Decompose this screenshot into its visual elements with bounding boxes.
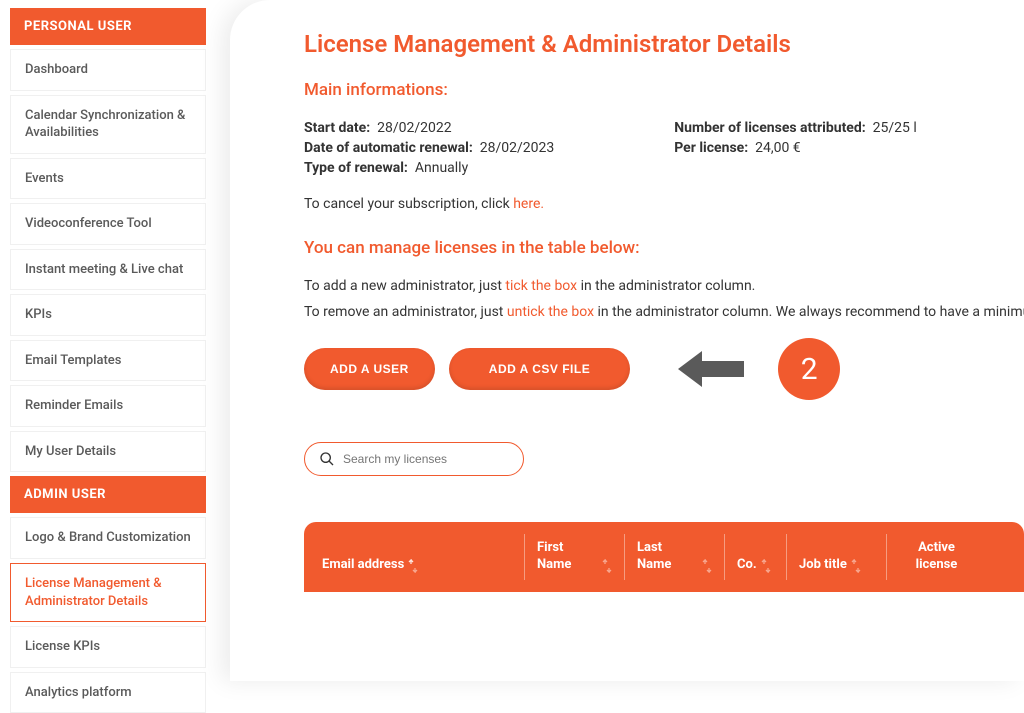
sort-icon	[702, 559, 712, 573]
sidebar-header-personal: PERSONAL USER	[10, 8, 206, 45]
start-date-value: 28/02/2022	[377, 120, 452, 136]
th-first-name[interactable]: First Name	[524, 534, 624, 580]
licenses-label: Number of licenses attributed:	[674, 120, 865, 136]
page-title: License Management & Administrator Detai…	[304, 30, 1024, 58]
renewal-type-label: Type of renewal:	[304, 160, 408, 176]
sort-icon	[602, 559, 612, 573]
search-input[interactable]	[343, 452, 509, 466]
sidebar: PERSONAL USER Dashboard Calendar Synchro…	[0, 0, 216, 681]
info-grid: Start date: 28/02/2022 Date of automatic…	[304, 120, 1024, 176]
sort-icon	[851, 559, 861, 573]
sidebar-item-instant-meeting[interactable]: Instant meeting & Live chat	[10, 249, 206, 291]
sidebar-item-email-templates[interactable]: Email Templates	[10, 340, 206, 382]
arrow-left-icon	[674, 345, 748, 393]
per-license-label: Per license:	[674, 140, 748, 156]
sidebar-item-kpis[interactable]: KPIs	[10, 294, 206, 336]
th-active-license[interactable]: Active license	[886, 534, 986, 580]
th-job-title[interactable]: Job title	[786, 534, 886, 580]
add-user-button[interactable]: ADD A USER	[304, 348, 435, 390]
start-date-label: Start date:	[304, 120, 370, 136]
renewal-date-label: Date of automatic renewal:	[304, 140, 473, 156]
licenses-value: 25/25 l	[873, 120, 917, 136]
sidebar-item-logo-brand[interactable]: Logo & Brand Customization	[10, 517, 206, 559]
table-header: Email address First Name Last Name Co. J…	[304, 522, 1024, 592]
sidebar-item-analytics[interactable]: Analytics platform	[10, 672, 206, 713]
sidebar-item-videoconference[interactable]: Videoconference Tool	[10, 203, 206, 245]
sidebar-item-user-details[interactable]: My User Details	[10, 431, 206, 473]
sidebar-header-admin: ADMIN USER	[10, 476, 206, 513]
add-csv-button[interactable]: ADD A CSV FILE	[449, 348, 630, 390]
sidebar-item-calendar[interactable]: Calendar Synchronization & Availabilitie…	[10, 95, 206, 154]
sidebar-item-reminder-emails[interactable]: Reminder Emails	[10, 385, 206, 427]
th-last-name[interactable]: Last Name	[624, 534, 724, 580]
main-content: License Management & Administrator Detai…	[216, 0, 1024, 681]
main-info-title: Main informations:	[304, 80, 1024, 100]
sort-icon	[408, 559, 418, 573]
cancel-link[interactable]: here.	[513, 196, 544, 212]
sidebar-item-license-management[interactable]: License Management & Administrator Detai…	[10, 563, 206, 622]
renewal-type-value: Annually	[415, 160, 468, 176]
sidebar-item-license-kpis[interactable]: License KPIs	[10, 626, 206, 668]
sort-icon	[761, 559, 771, 573]
sidebar-item-events[interactable]: Events	[10, 158, 206, 200]
th-company[interactable]: Co.	[724, 534, 786, 580]
th-email[interactable]: Email address	[304, 534, 524, 580]
renewal-date-value: 28/02/2023	[480, 140, 555, 156]
step-badge: 2	[778, 338, 840, 400]
search-wrap[interactable]	[304, 442, 524, 476]
cancel-subscription-line: To cancel your subscription, click here.	[304, 196, 1024, 212]
per-license-value: 24,00 €	[755, 140, 801, 156]
sidebar-item-dashboard[interactable]: Dashboard	[10, 49, 206, 91]
manage-section-title: You can manage licenses in the table bel…	[304, 238, 1024, 258]
add-admin-instruction: To add a new administrator, just tick th…	[304, 278, 1024, 294]
search-icon	[319, 451, 335, 467]
remove-admin-instruction: To remove an administrator, just untick …	[304, 304, 1024, 320]
